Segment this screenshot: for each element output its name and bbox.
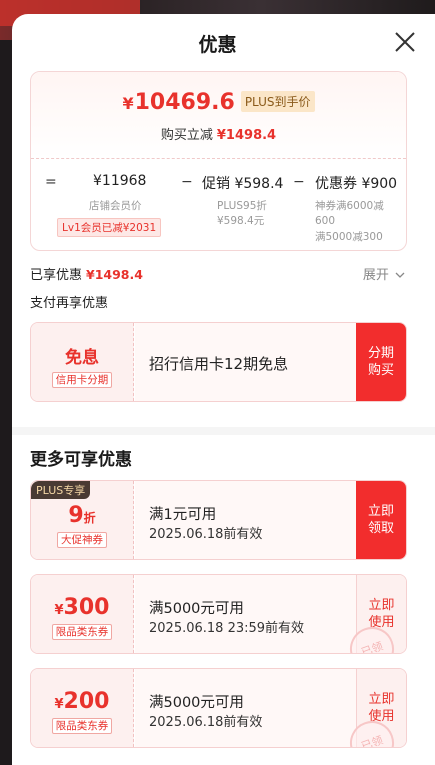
coupon-validity: 2025.06.18 23:59前有效 [149,621,305,636]
member-discount-tag: Lv1会员已减¥2031 [57,218,162,237]
coupon-type-tag: 大促神券 [57,532,107,548]
close-icon[interactable] [393,30,417,54]
discount-sheet: 优惠 ¥10469.6 PLUS到手价 购买立减 ¥1498.4 = ¥11968… [12,14,435,765]
coupon-currency: ¥ [54,603,64,618]
coupon-detail: 满5000减300 [315,231,383,243]
coupon-card: PLUS专享 9折 大促神券 满1元可用 2025.06.18前有效 立即领取 [30,480,407,560]
coupon-detail: 神券满6000减 [315,200,384,212]
minus-sign: − [293,174,305,190]
coupon-currency: ¥ [54,697,64,712]
price-formula: = ¥11968 店铺会员价 Lv1会员已减¥2031 − 促销 ¥598.4 … [31,164,406,248]
promo-detail-amount: ¥598.4元 [217,215,265,227]
sheet-header: 优惠 [12,14,435,72]
divider [31,158,406,159]
minus-sign: − [181,174,193,190]
installment-tag: 信用卡分期 [51,372,113,388]
use-coupon-label: 立即 [368,598,395,613]
store-price-label: 店铺会员价 [89,200,142,212]
sheet-title: 优惠 [198,34,237,56]
installment-card: 免息 信用卡分期 招行信用卡12期免息 分期 购买 [30,322,407,402]
coupon-validity: 2025.06.18前有效 [149,527,263,542]
store-price: ¥11968 [93,173,147,189]
plus-price-tag: PLUS到手价 [240,91,315,112]
use-coupon-label: 立即 [368,692,395,707]
promo-amount: 促销 ¥598.4 [202,176,284,192]
final-price: ¥10469.6 [122,90,235,115]
coupon-card: ¥200 限品类东券 满5000元可用 2025.06.18前有效 立即 使用 已… [30,668,407,748]
coupon-amount: 优惠券 ¥900 [315,176,398,192]
coupon-unit: 折 [83,511,96,525]
section-separator [12,427,435,435]
coupon-value: 300 [63,595,110,620]
coupon-validity: 2025.06.18前有效 [149,715,263,730]
instant-reduction: 购买立减 ¥1498.4 [160,128,277,143]
coupon-type-tag: 限品类东券 [51,718,113,734]
promo-detail: PLUS95折 [217,200,267,212]
equals-sign: = [45,174,57,190]
claim-coupon-label: 立即 [367,504,394,519]
expand-toggle[interactable]: 展开 [363,264,405,283]
price-breakdown-card: ¥10469.6 PLUS到手价 购买立减 ¥1498.4 = ¥11968 店铺… [30,71,407,251]
installment-buy-label: 分期 购买 [367,346,394,378]
installment-buy-button[interactable]: 分期 购买 [356,323,406,401]
chevron-down-icon [395,272,405,278]
coupon-detail: 600 [315,215,336,227]
enjoyed-discount: 已享优惠 ¥1498.4 [30,267,143,283]
final-price-area: ¥10469.6 PLUS到手价 购买立减 ¥1498.4 [31,72,406,158]
coupon-value: 200 [63,689,110,714]
pay-extra-heading: 支付再享优惠 [30,296,109,311]
claim-coupon-label: 领取 [367,521,394,536]
coupon-value: 9 [68,503,84,528]
plus-exclusive-badge: PLUS专享 [31,481,91,499]
installment-title: 免息 [65,348,99,368]
coupon-card: ¥300 限品类东券 满5000元可用 2025.06.18 23:59前有效 … [30,574,407,654]
installment-desc: 招行信用卡12期免息 [149,355,289,373]
claim-coupon-button[interactable]: 立即 领取 [356,481,406,559]
coupon-condition: 满5000元可用 [149,695,244,711]
coupon-type-tag: 限品类东券 [51,624,113,640]
coupon-condition: 满1元可用 [149,507,217,523]
coupon-condition: 满5000元可用 [149,601,244,617]
more-offers-title: 更多可享优惠 [30,450,132,470]
